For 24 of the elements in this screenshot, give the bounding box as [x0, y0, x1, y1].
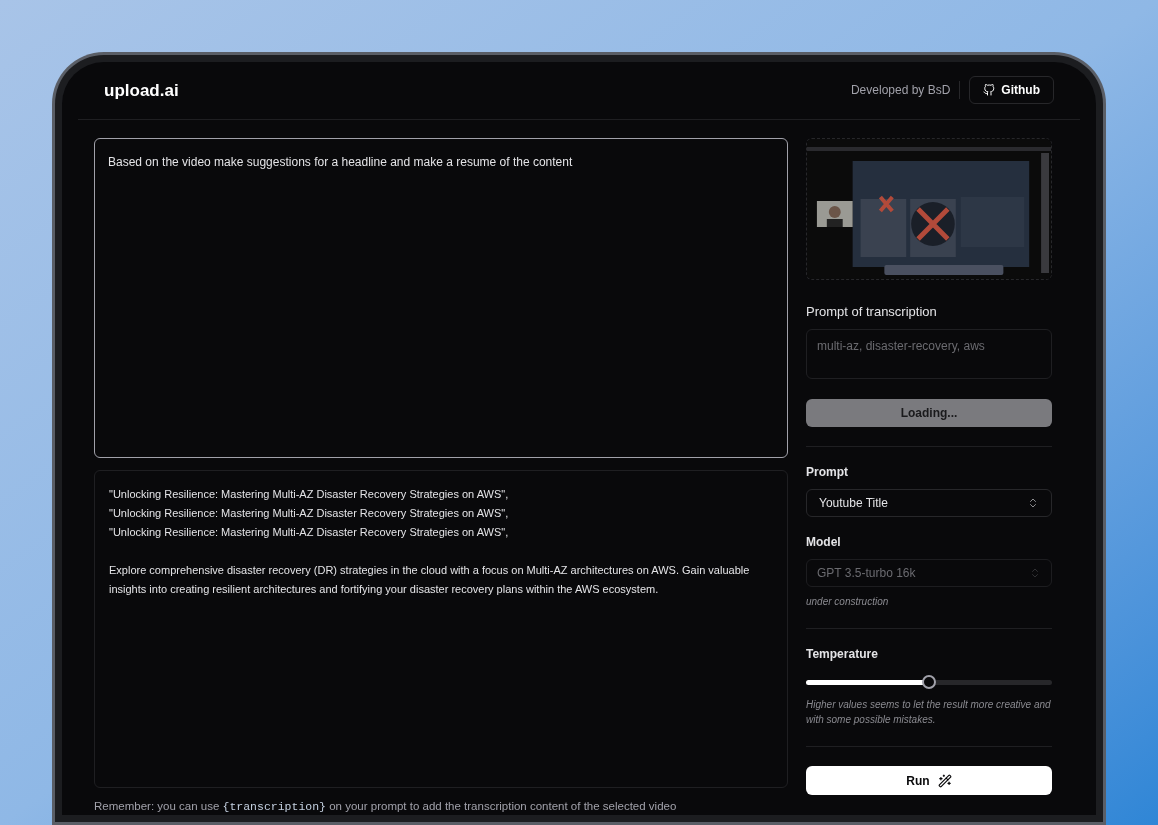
result-description: Explore comprehensive disaster recovery (DR) strategies in the cloud with a focus on Multi-AZ architectures on AWS. Gain valuable insights into creating resilient architectures and fortifying your disaster recovery plans within the AWS ecosystem.: [109, 562, 751, 597]
chevron-icon: [1027, 497, 1039, 510]
slider-handle[interactable]: [922, 675, 936, 690]
model-note: under construction: [806, 595, 890, 610]
result-title: "Unlocking Resilience: Mastering Multi-AZ Disaster Recovery Strategies on AWS",: [109, 486, 510, 502]
run-button[interactable]: Run: [806, 766, 1052, 796]
github-button[interactable]: Github: [969, 76, 1054, 105]
magic-wand-icon: [937, 773, 952, 788]
model-label: Model: [806, 534, 842, 552]
chevron-icon: [1029, 567, 1041, 580]
temperature-label: Temperature: [806, 646, 879, 664]
github-icon: [983, 84, 996, 97]
prompt-label: Prompt: [806, 464, 849, 482]
transcription-prompt-field[interactable]: multi-az, disaster-recovery, aws: [806, 329, 1052, 380]
temperature-slider[interactable]: [806, 675, 1052, 690]
transcription-label: Prompt of transcription: [806, 302, 938, 321]
transcription-hint: Remember: you can use {transcription} on your prompt to add the transcription content of the selected video: [94, 798, 678, 815]
prompt-select[interactable]: Youtube Title: [806, 489, 1052, 518]
prompt-editor[interactable]: Based on the video make suggestions for a headline and make a resume of the content: [94, 137, 788, 458]
developer-credit: Developed by BsD: [850, 81, 961, 100]
result-title: "Unlocking Resilience: Mastering Multi-AZ Disaster Recovery Strategies on AWS",: [109, 505, 510, 521]
temperature-note: Higher values seems to let the result more creative and with some possible mistakes.: [806, 698, 1052, 728]
app-logo: upload.ai: [104, 79, 179, 102]
result-title: "Unlocking Resilience: Mastering Multi-AZ Disaster Recovery Strategies on AWS",: [109, 524, 510, 540]
